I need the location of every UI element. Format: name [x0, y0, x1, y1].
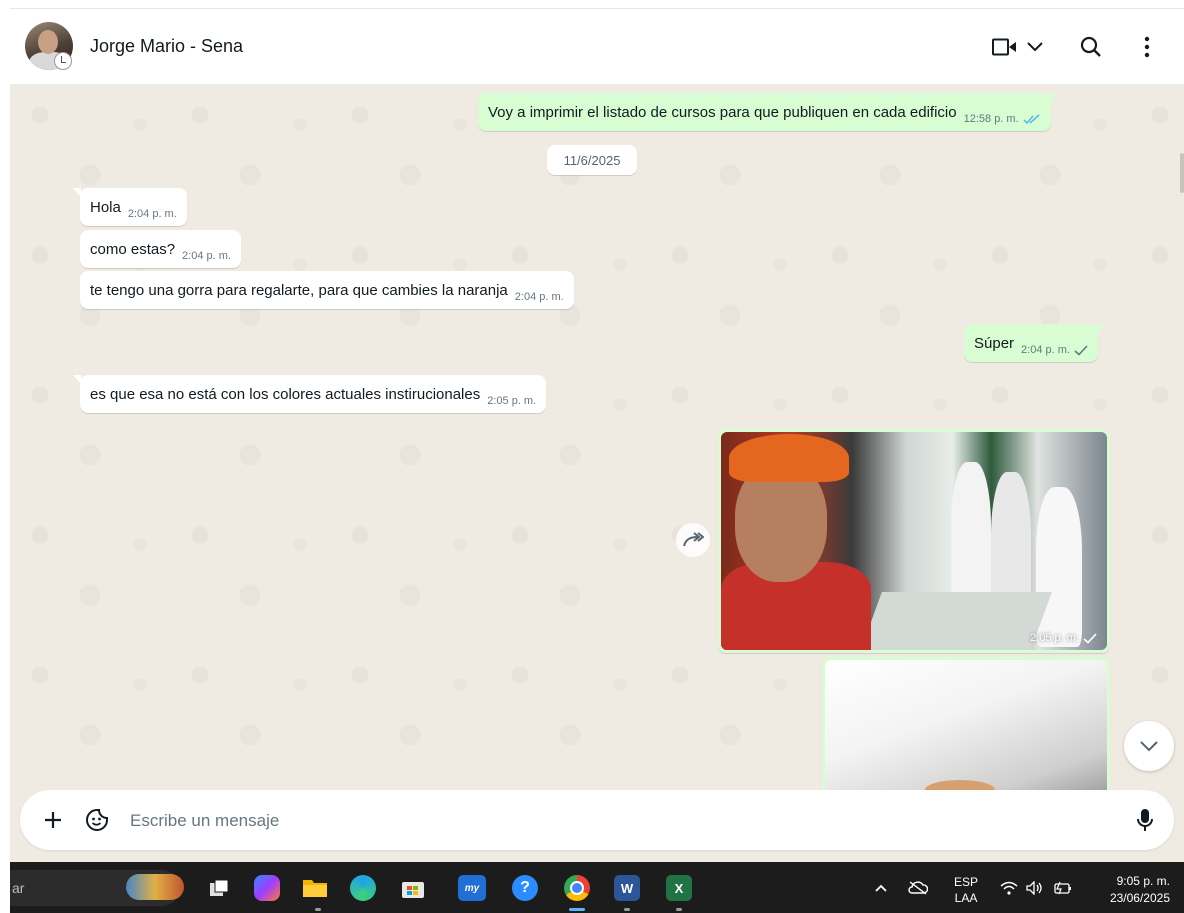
- folder-icon: [303, 880, 327, 897]
- task-view-button[interactable]: [206, 875, 232, 901]
- photo-detail: [925, 780, 995, 790]
- message-text: Hola: [90, 198, 121, 216]
- message-text: te tengo una gorra para regalarte, para …: [90, 281, 508, 299]
- windows-taskbar: ar my ? W X ESP LAA 9:05 p. m. 23/06/202…: [10, 862, 1184, 913]
- message-time: 2:04 p. m.: [182, 250, 231, 262]
- clock-time: 9:05 p. m.: [1116, 874, 1170, 888]
- message-time: 2:04 p. m.: [127, 208, 177, 220]
- chrome-center: [570, 881, 584, 895]
- message-bubble-incoming[interactable]: Hola 2:04 p. m.: [73, 188, 187, 226]
- cloud-off-icon: [908, 880, 928, 895]
- running-indicator: [676, 908, 682, 911]
- image-message[interactable]: [822, 657, 1110, 790]
- message-list[interactable]: Voy a imprimir el listado de cursos para…: [10, 85, 1184, 790]
- search-highlight-widget[interactable]: [126, 874, 184, 900]
- photo[interactable]: [825, 660, 1107, 790]
- onedrive-status[interactable]: [908, 862, 928, 913]
- help-app[interactable]: ?: [512, 875, 538, 901]
- status-clock-icon: [54, 52, 72, 70]
- quick-settings[interactable]: [1000, 862, 1072, 913]
- sticker-icon: [86, 809, 108, 831]
- store-bag-icon: [402, 882, 424, 898]
- input-language[interactable]: ESP LAA: [954, 874, 978, 906]
- contact-name[interactable]: Jorge Mario - Sena: [90, 36, 243, 57]
- microphone-icon: [1137, 809, 1153, 831]
- scroll-to-bottom-button[interactable]: [1124, 721, 1174, 771]
- copilot-app[interactable]: [254, 875, 280, 901]
- message-time: 2:04 p. m.: [514, 291, 564, 303]
- wifi-icon: [1000, 881, 1018, 895]
- message-time: 2:05 p. m.: [1030, 632, 1079, 644]
- word-app[interactable]: W: [614, 875, 640, 901]
- video-call-button[interactable]: [990, 33, 1046, 61]
- excel-app[interactable]: X: [666, 875, 692, 901]
- running-indicator: [315, 908, 321, 911]
- forward-icon: [683, 532, 704, 547]
- image-message[interactable]: 2:05 p. m.: [718, 429, 1110, 653]
- task-view-icon: [210, 879, 229, 896]
- kebab-menu-icon: [1144, 36, 1150, 58]
- message-time: 12:58 p. m.: [963, 113, 1019, 125]
- clock-date: 23/06/2025: [1109, 891, 1170, 905]
- message-time: 2:04 p. m.: [1021, 344, 1070, 356]
- single-check-icon: [1083, 632, 1097, 644]
- chevron-up-icon: [875, 884, 887, 892]
- plus-icon: [45, 812, 61, 828]
- message-input[interactable]: [128, 802, 1112, 840]
- message-bubble-outgoing[interactable]: Voy a imprimir el listado de cursos para…: [478, 93, 1058, 131]
- search-icon: [1080, 36, 1101, 57]
- message-composer[interactable]: [20, 790, 1174, 850]
- myhp-app[interactable]: my: [458, 875, 486, 901]
- photo-papers: [860, 592, 1052, 650]
- avatar-face: [38, 30, 58, 54]
- message-text: como estas?: [90, 240, 176, 258]
- taskbar-search-text: ar: [12, 880, 25, 896]
- photo-figure: [1036, 487, 1082, 647]
- message-bubble-outgoing[interactable]: Súper 2:04 p. m.: [964, 324, 1105, 362]
- running-indicator-active: [569, 908, 585, 911]
- edge-browser-app[interactable]: [350, 875, 376, 901]
- video-camera-icon: [992, 38, 1016, 56]
- chrome-browser-app[interactable]: [564, 875, 590, 901]
- system-clock[interactable]: 9:05 p. m. 23/06/2025: [1110, 873, 1170, 907]
- forward-button[interactable]: [676, 523, 710, 557]
- menu-button[interactable]: [1132, 33, 1162, 61]
- photo-cap: [729, 434, 849, 482]
- chevron-down-icon: [1027, 42, 1043, 52]
- language-code: ESP: [954, 875, 979, 889]
- image-message-meta: 2:05 p. m.: [1030, 632, 1097, 644]
- microsoft-store-app[interactable]: [400, 875, 426, 901]
- message-text: Voy a imprimir el listado de cursos para…: [488, 103, 957, 121]
- double-check-read-icon: [1023, 113, 1041, 125]
- running-indicator: [624, 908, 630, 911]
- message-bubble-incoming[interactable]: es que esa no está con los colores actua…: [72, 375, 547, 413]
- keyboard-layout: LAA: [954, 891, 978, 905]
- scrollbar-thumb[interactable]: [1180, 153, 1184, 193]
- chat-header[interactable]: Jorge Mario - Sena: [10, 9, 1184, 85]
- file-explorer-app[interactable]: [302, 875, 328, 901]
- composer-area: [10, 790, 1184, 862]
- message-time: 2:05 p. m.: [487, 395, 537, 407]
- date-separator: 11/6/2025: [547, 145, 637, 175]
- message-text: Súper: [974, 334, 1015, 352]
- speaker-icon: [1026, 880, 1042, 895]
- sticker-button[interactable]: [82, 805, 112, 835]
- message-bubble-incoming[interactable]: como estas? 2:04 p. m.: [80, 230, 241, 268]
- single-check-icon: [1074, 344, 1088, 356]
- search-button[interactable]: [1076, 33, 1106, 61]
- voice-message-button[interactable]: [1130, 805, 1160, 835]
- message-bubble-incoming[interactable]: te tengo una gorra para regalarte, para …: [80, 271, 574, 309]
- tray-overflow-button[interactable]: [874, 862, 888, 913]
- chevron-down-icon: [1140, 741, 1158, 752]
- message-text: es que esa no está con los colores actua…: [90, 385, 481, 403]
- attach-button[interactable]: [38, 805, 68, 835]
- battery-charging-icon: [1054, 881, 1071, 894]
- photo[interactable]: 2:05 p. m.: [721, 432, 1107, 650]
